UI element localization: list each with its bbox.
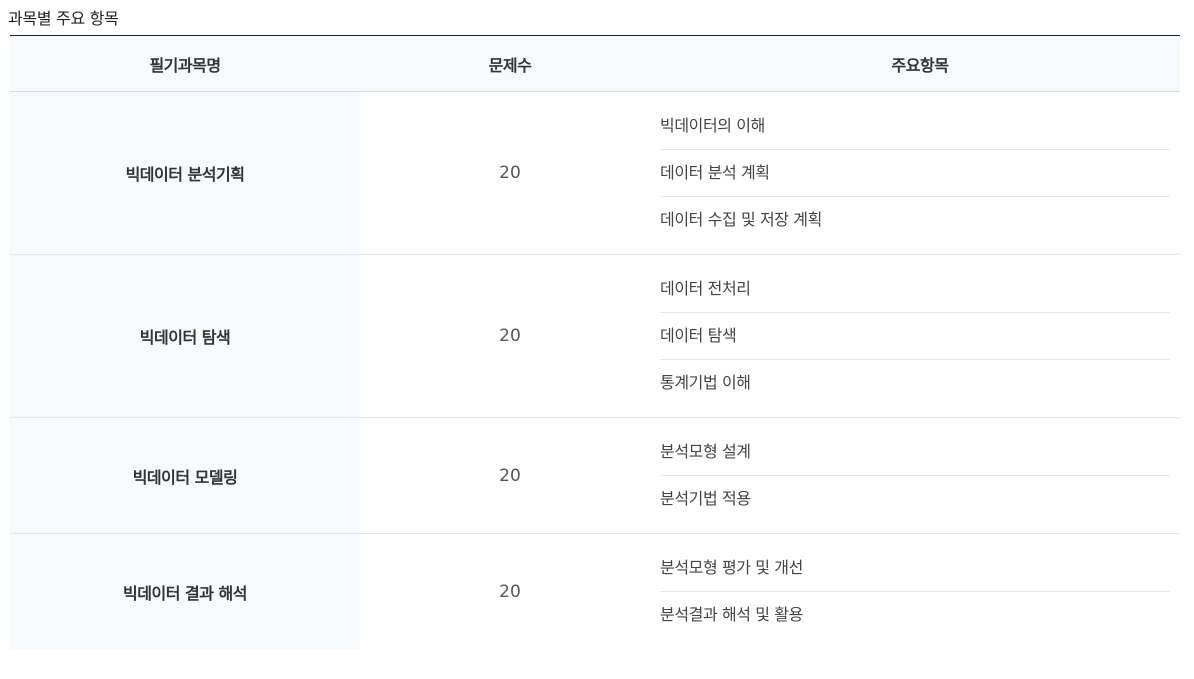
list-item: 분석결과 해석 및 활용 [660, 605, 803, 624]
items-cell: 분석모형 평가 및 개선 분석결과 해석 및 활용 [660, 534, 1180, 649]
items-cell: 분석모형 설계 분석기법 적용 [660, 418, 1180, 533]
list-item: 분석모형 설계 [660, 429, 1170, 476]
items-cell: 빅데이터의 이해 데이터 분석 계획 데이터 수집 및 저장 계획 [660, 92, 1180, 254]
list-item: 빅데이터의 이해 [660, 103, 1170, 150]
item-list: 빅데이터의 이해 데이터 분석 계획 데이터 수집 및 저장 계획 [660, 103, 1170, 243]
list-item: 데이터 전처리 [660, 266, 1170, 313]
list-item: 통계기법 이해 [660, 373, 751, 392]
count-cell: 20 [499, 581, 521, 602]
header-subject: 필기과목명 [149, 55, 221, 75]
list-item: 분석기법 적용 [660, 489, 751, 508]
item-list: 데이터 전처리 데이터 탐색 통계기법 이해 [660, 266, 1170, 406]
table-row: 빅데이터 결과 해석 20 분석모형 평가 및 개선 분석결과 해석 및 활용 [10, 534, 1180, 649]
count-cell: 20 [499, 163, 521, 183]
section-title: 과목별 주요 항목 [8, 9, 119, 28]
count-cell: 20 [499, 465, 521, 486]
header-items: 주요항목 [891, 55, 949, 75]
table-body: 빅데이터 분석기획 20 빅데이터의 이해 데이터 분석 계획 데이터 수집 및… [10, 92, 1180, 649]
list-item: 분석모형 평가 및 개선 [660, 545, 1170, 592]
table-header: 필기과목명 문제수 주요항목 [10, 36, 1180, 92]
list-item: 데이터 탐색 [660, 313, 1170, 360]
item-list: 분석모형 설계 분석기법 적용 [660, 429, 1170, 522]
subject-cell: 빅데이터 탐색 [10, 255, 360, 417]
page: 과목별 주요 항목 필기과목명 문제수 주요항목 빅데이터 분석기획 20 빅데… [0, 0, 1194, 679]
item-list: 분석모형 평가 및 개선 분석결과 해석 및 활용 [660, 545, 1170, 638]
count-cell: 20 [499, 326, 521, 346]
list-item: 데이터 분석 계획 [660, 150, 1170, 197]
subject-table: 필기과목명 문제수 주요항목 빅데이터 분석기획 20 빅데이터의 이해 데이터… [10, 35, 1180, 649]
subject-cell: 빅데이터 모델링 [10, 418, 360, 533]
table-row: 빅데이터 탐색 20 데이터 전처리 데이터 탐색 통계기법 이해 [10, 255, 1180, 418]
header-count: 문제수 [488, 55, 532, 75]
items-cell: 데이터 전처리 데이터 탐색 통계기법 이해 [660, 255, 1180, 417]
subject-cell: 빅데이터 결과 해석 [10, 534, 360, 649]
subject-cell: 빅데이터 분석기획 [10, 92, 360, 254]
table-row: 빅데이터 분석기획 20 빅데이터의 이해 데이터 분석 계획 데이터 수집 및… [10, 92, 1180, 255]
table-row: 빅데이터 모델링 20 분석모형 설계 분석기법 적용 [10, 418, 1180, 534]
list-item: 데이터 수집 및 저장 계획 [660, 210, 822, 229]
